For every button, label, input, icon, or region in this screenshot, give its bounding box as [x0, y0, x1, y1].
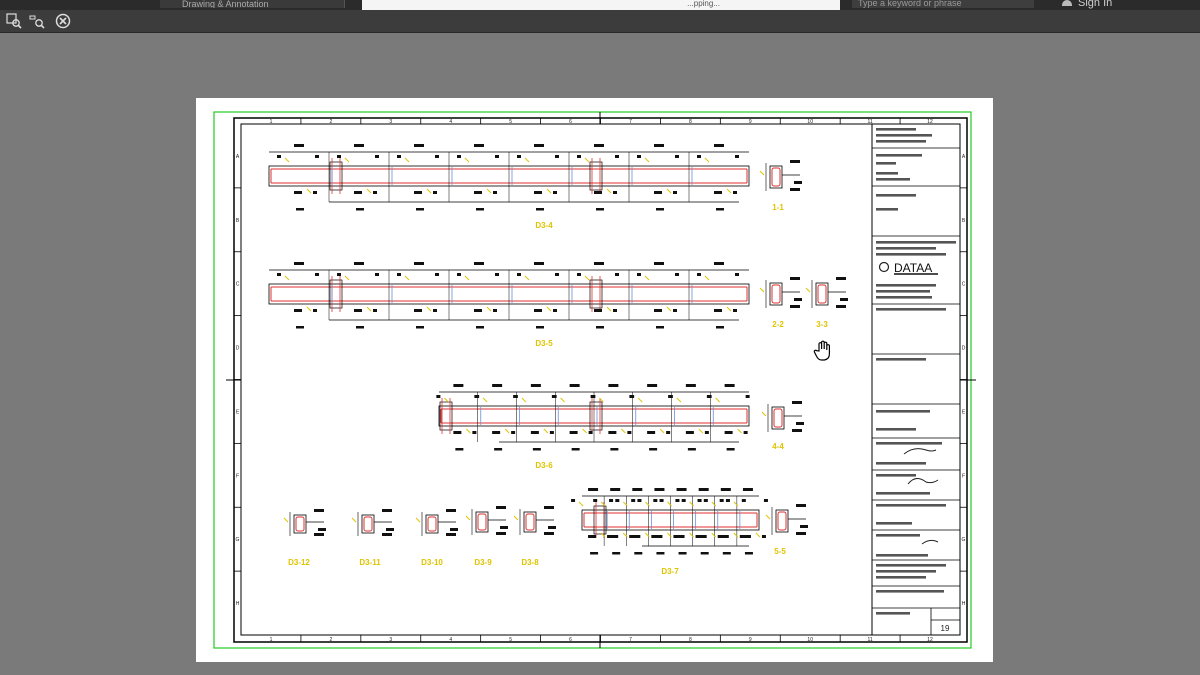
section-label-4-4: 4-4: [772, 442, 784, 451]
grid-row-label: A: [962, 154, 966, 160]
print-frame: [213, 111, 972, 649]
sheet-number: 19: [941, 624, 950, 633]
grid-row-label: D: [962, 346, 966, 352]
logo-text: DATAA: [894, 261, 932, 275]
sign-in-label: Sign In: [1078, 0, 1113, 9]
section-5-5: [765, 504, 808, 535]
signature-2: [907, 478, 939, 485]
section-4-4: [761, 401, 804, 432]
grid-col-label: 5: [509, 637, 512, 643]
grid-col-label: 6: [569, 637, 572, 643]
section-label-5-5: 5-5: [774, 547, 786, 556]
beam-label-d3-7: D3-7: [661, 567, 679, 576]
grid-col-label: 6: [569, 119, 572, 125]
inner-border: [240, 123, 961, 636]
grid-col-label: 1: [270, 637, 273, 643]
grid-col-label: 7: [629, 119, 632, 125]
close-button[interactable]: [54, 12, 72, 30]
grid-col-label: 7: [629, 637, 632, 643]
beam-d3-6: [436, 384, 750, 451]
zoom-out-icon: [29, 15, 45, 29]
grid-col-label: 3: [389, 119, 392, 125]
title-block: DATAA 19: [871, 123, 961, 636]
grid-col-label: 3: [389, 637, 392, 643]
grid-row-label: F: [236, 473, 239, 479]
section-d3-9: [465, 506, 508, 535]
signature-3: [921, 539, 939, 545]
section-label-d3-11: D3-11: [359, 558, 381, 567]
grid-row-label: A: [236, 154, 240, 160]
section-label-d3-10: D3-10: [421, 558, 443, 567]
zoom-select-icon: [6, 13, 22, 29]
zoom-select-button[interactable]: [5, 12, 23, 30]
close-circle-icon: [55, 13, 71, 29]
grid-row-label: G: [962, 537, 966, 543]
beam-d3-4: [268, 144, 750, 211]
search-input[interactable]: Type a keyword or phrase: [852, 0, 1034, 8]
grid-row-label: C: [962, 282, 966, 288]
section-label-d3-12: D3-12: [288, 558, 310, 567]
grid-col-label: 10: [807, 637, 813, 643]
beam-label-d3-6: D3-6: [535, 461, 553, 470]
beam-d3-5: [268, 262, 750, 329]
section-label-d3-8: D3-8: [521, 558, 539, 567]
outer-border: [233, 117, 968, 643]
drawing-sheet[interactable]: 1 1 2 2 3 3 4 4 5 5 6 6 7 7 8 8 9 9 10 10 11 11 12 12 A A B B C C D D E E…: [196, 98, 993, 662]
zoom-out-button[interactable]: [28, 12, 46, 30]
beam-label-d3-5: D3-5: [535, 339, 553, 348]
section-d3-8: [513, 506, 556, 535]
section-3-3: [805, 277, 848, 308]
grid-row-label: E: [236, 409, 240, 415]
section-label-3-3: 3-3: [816, 320, 828, 329]
grid-col-label: 8: [689, 119, 692, 125]
grid-col-label: 1: [270, 119, 273, 125]
grid-row-label: G: [236, 537, 240, 543]
section-label-1-1: 1-1: [772, 203, 784, 212]
grid-col-label: 11: [868, 637, 873, 643]
grid-col-label: 9: [749, 119, 752, 125]
grid-col-label: 4: [449, 119, 452, 125]
grid-col-label: 12: [927, 637, 933, 643]
beam-sections: [283, 160, 848, 536]
beam-d3-7: [571, 488, 768, 555]
beam-elevations: [268, 144, 768, 555]
grid-row-label: F: [962, 473, 965, 479]
pan-hand-cursor-icon: [813, 340, 830, 361]
grid-row-label: B: [236, 218, 240, 224]
grid-col-label: 9: [749, 637, 752, 643]
sign-in-button[interactable]: Sign In: [1062, 0, 1182, 10]
beam-label-d3-4: D3-4: [535, 221, 553, 230]
logo-icon: [878, 261, 890, 273]
section-1-1: [759, 160, 802, 191]
grid-row-label: H: [962, 601, 966, 607]
grid-row-label: D: [236, 346, 240, 352]
document-tab[interactable]: Drawing & Annotation: [160, 0, 345, 8]
section-d3-10: [415, 509, 458, 536]
section-d3-11: [351, 509, 394, 536]
address-bar[interactable]: ...pping...: [362, 0, 840, 10]
grid-col-label: 4: [449, 637, 452, 643]
drawing-canvas[interactable]: 112233445566778899101011111212A AB BC CD DE E…: [196, 98, 993, 662]
signature-1: [903, 448, 937, 455]
grid-row-label: H: [236, 601, 240, 607]
user-icon: [1062, 0, 1072, 6]
grid-row-label: B: [962, 218, 966, 224]
title-bar: Drawing & Annotation ...pping... Type a …: [0, 0, 1200, 10]
grid-col-label: 8: [689, 637, 692, 643]
section-d3-12: [283, 509, 326, 536]
section-label-d3-9: D3-9: [474, 558, 492, 567]
grid-col-label: 2: [329, 637, 332, 643]
grid-col-label: 2: [329, 119, 332, 125]
grid-col-label: 10: [807, 119, 813, 125]
grid-row-label: C: [236, 282, 240, 288]
section-2-2: [759, 277, 802, 308]
grid-reference-ticks: 112233445566778899101011111212A AB BC CD DE E…: [234, 118, 967, 643]
section-label-2-2: 2-2: [772, 320, 784, 329]
grid-row-label: E: [962, 409, 966, 415]
grid-col-label: 5: [509, 119, 512, 125]
viewer-toolbar: [0, 10, 1200, 33]
